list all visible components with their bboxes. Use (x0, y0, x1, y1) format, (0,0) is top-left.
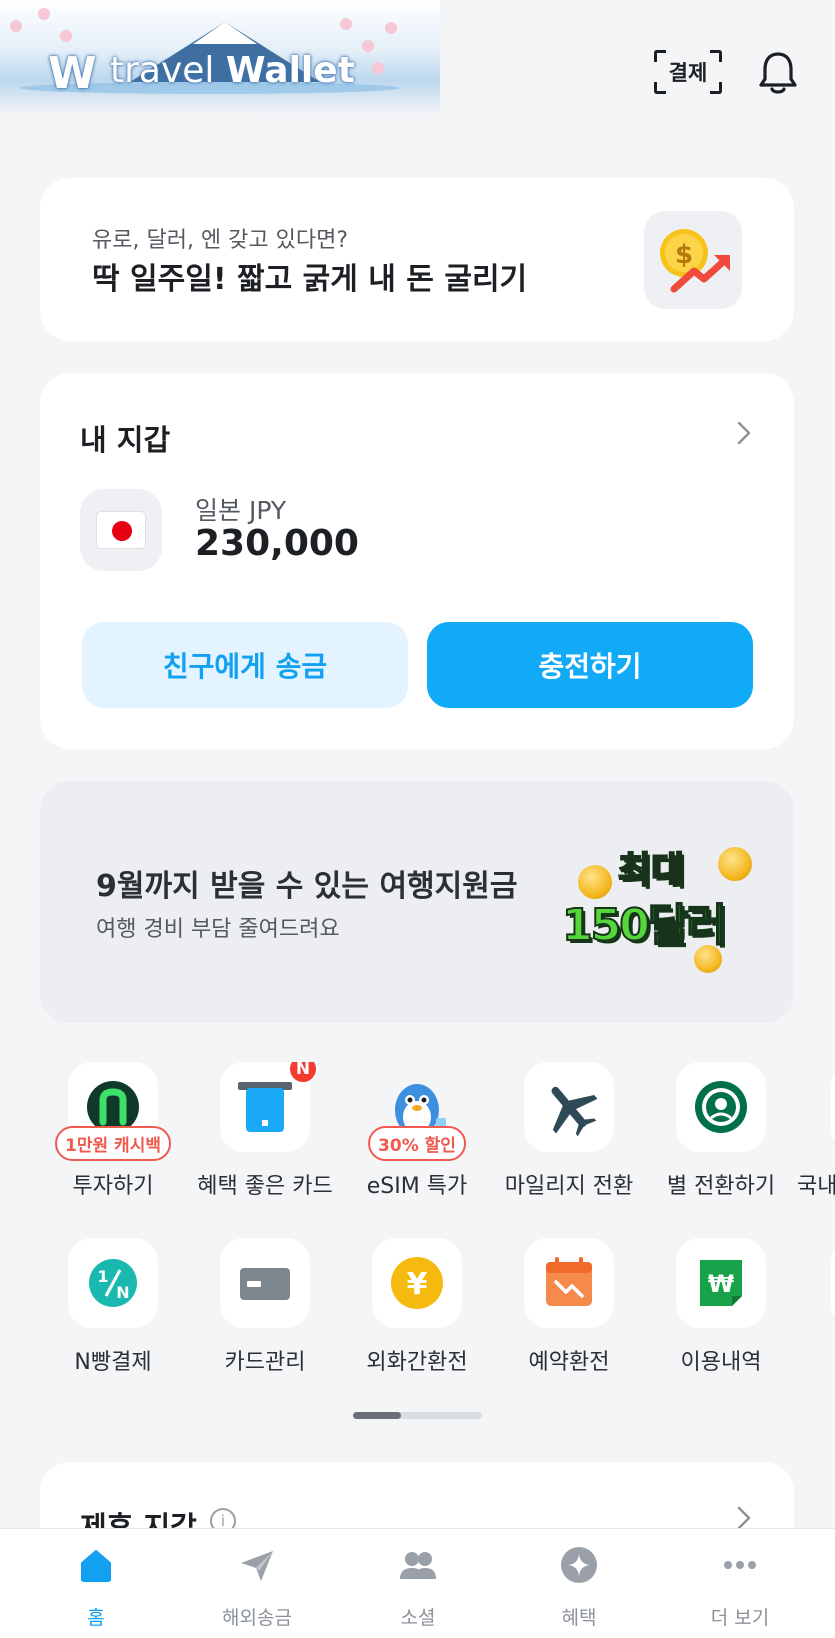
promo-title: 딱 일주일! 짧고 굵게 내 돈 굴리기 (92, 262, 528, 297)
service-domestic[interactable]: 국내 (797, 1062, 835, 1200)
service-label: 마일리지 전환 (504, 1174, 634, 1199)
service-label: 별 전환하기 (666, 1174, 776, 1199)
discount-badge: 30% 할인 (368, 1126, 466, 1161)
home-icon (81, 1550, 111, 1582)
people-icon (400, 1552, 436, 1579)
charge-button[interactable]: 충전하기 (427, 622, 753, 708)
nav-label: 더 보기 (710, 1607, 770, 1629)
service-split-pay[interactable]: 1 N N빵결제 (37, 1238, 189, 1376)
nav-label: 혜택 (561, 1607, 597, 1629)
svg-text:₩: ₩ (708, 1270, 735, 1298)
service-reserved-exchange[interactable]: 예약환전 (493, 1238, 645, 1376)
calendar-exchange-icon (524, 1238, 614, 1328)
service-label: N빵결제 (74, 1350, 152, 1375)
service-label: 이용내역 (680, 1350, 762, 1375)
max-150-dollar-graphic: 최대 150달러 (558, 825, 758, 975)
service-fx-exchange[interactable]: ¥ 외화간환전 (341, 1238, 493, 1376)
service-more-partial[interactable] (797, 1238, 835, 1328)
service-card-manage[interactable]: 카드관리 (189, 1238, 341, 1376)
split-pay-icon: 1 N (68, 1238, 158, 1328)
art-line-2: 150달러 (561, 899, 728, 952)
bell-icon[interactable] (756, 48, 800, 96)
travel-wallet-logo: W travel Wallet (0, 0, 440, 115)
send-plane-icon (241, 1551, 273, 1581)
nav-label: 소셜 (400, 1607, 436, 1629)
svg-text:$: $ (675, 240, 693, 270)
service-grid: 1만원 캐시백 투자하기 N 혜택 좋은 카드 30% 할인 eSIM 특가 마… (0, 1062, 835, 1382)
banner-title: 9월까지 받을 수 있는 여행지원금 (96, 869, 518, 904)
japan-flag-icon (80, 489, 162, 571)
nav-overseas-remit[interactable]: 해외송금 (187, 1545, 327, 1630)
wallet-title: 내 지갑 (80, 423, 171, 457)
cashback-badge: 1만원 캐시백 (55, 1126, 171, 1161)
service-mileage[interactable]: 마일리지 전환 (493, 1062, 645, 1200)
dollar-growth-icon: $ (644, 211, 742, 309)
page-indicator (353, 1412, 482, 1419)
svg-text:1: 1 (97, 1267, 108, 1286)
starbucks-icon (676, 1062, 766, 1152)
svg-text:¥: ¥ (407, 1267, 428, 1302)
my-wallet-card: 내 지갑 일본 JPY 230,000 친구에게 송금 충전하기 (40, 373, 794, 749)
service-label: 예약환전 (528, 1350, 610, 1375)
art-line-1: 최대 (617, 849, 685, 892)
wallet-balance: 230,000 (195, 523, 359, 564)
chevron-right-icon[interactable] (732, 1506, 756, 1530)
currency-label: 일본 JPY (195, 496, 287, 525)
service-benefit-card[interactable]: N 혜택 좋은 카드 (189, 1062, 341, 1200)
nav-home[interactable]: 홈 (26, 1545, 166, 1630)
banner-subtitle: 여행 경비 부담 줄여드려요 (96, 917, 340, 942)
more-dots-icon (724, 1561, 756, 1569)
card-benefit-icon: N (220, 1062, 318, 1152)
nav-benefit[interactable]: 혜택 (509, 1545, 649, 1630)
service-label: 혜택 좋은 카드 (197, 1174, 333, 1199)
benefit-star-icon (561, 1547, 597, 1583)
service-star-convert[interactable]: 별 전환하기 (645, 1062, 797, 1200)
bottom-navigation: 홈 해외송금 소셜 혜택 더 보기 (0, 1528, 835, 1638)
promo-card[interactable]: 유로, 달러, 엔 갖고 있다면? 딱 일주일! 짧고 굵게 내 돈 굴리기 $ (40, 178, 794, 341)
service-label: 투자하기 (72, 1174, 154, 1199)
svg-text:N: N (116, 1283, 129, 1302)
pay-scan-button[interactable]: 결제 (654, 50, 722, 94)
travel-support-banner[interactable]: 9월까지 받을 수 있는 여행지원금 여행 경비 부담 줄여드려요 최대 150… (40, 781, 794, 1023)
app-header: W travel Wallet 결제 (0, 0, 835, 135)
airplane-icon (524, 1062, 614, 1152)
service-esim[interactable]: 30% 할인 eSIM 특가 (341, 1062, 493, 1200)
service-label: eSIM 특가 (366, 1174, 468, 1199)
service-history[interactable]: ₩ 이용내역 (645, 1238, 797, 1376)
service-invest[interactable]: 1만원 캐시백 투자하기 (37, 1062, 189, 1200)
yen-coin-icon: ¥ (372, 1238, 462, 1328)
nav-label: 해외송금 (222, 1607, 292, 1629)
pay-label: 결제 (668, 61, 708, 85)
nav-social[interactable]: 소셜 (348, 1545, 488, 1630)
won-receipt-icon: ₩ (676, 1238, 766, 1328)
service-label: 카드관리 (224, 1350, 306, 1375)
partial-icon (831, 1062, 835, 1152)
chevron-right-icon[interactable] (732, 421, 756, 445)
nav-label: 홈 (87, 1607, 105, 1629)
promo-subtitle: 유로, 달러, 엔 갖고 있다면? (92, 228, 349, 253)
nav-more[interactable]: 더 보기 (670, 1545, 810, 1630)
send-to-friend-button[interactable]: 친구에게 송금 (82, 622, 408, 708)
service-label: 외화간환전 (366, 1350, 468, 1375)
partial-icon (831, 1238, 835, 1328)
service-label: 국내 (797, 1174, 835, 1199)
card-icon (220, 1238, 310, 1328)
